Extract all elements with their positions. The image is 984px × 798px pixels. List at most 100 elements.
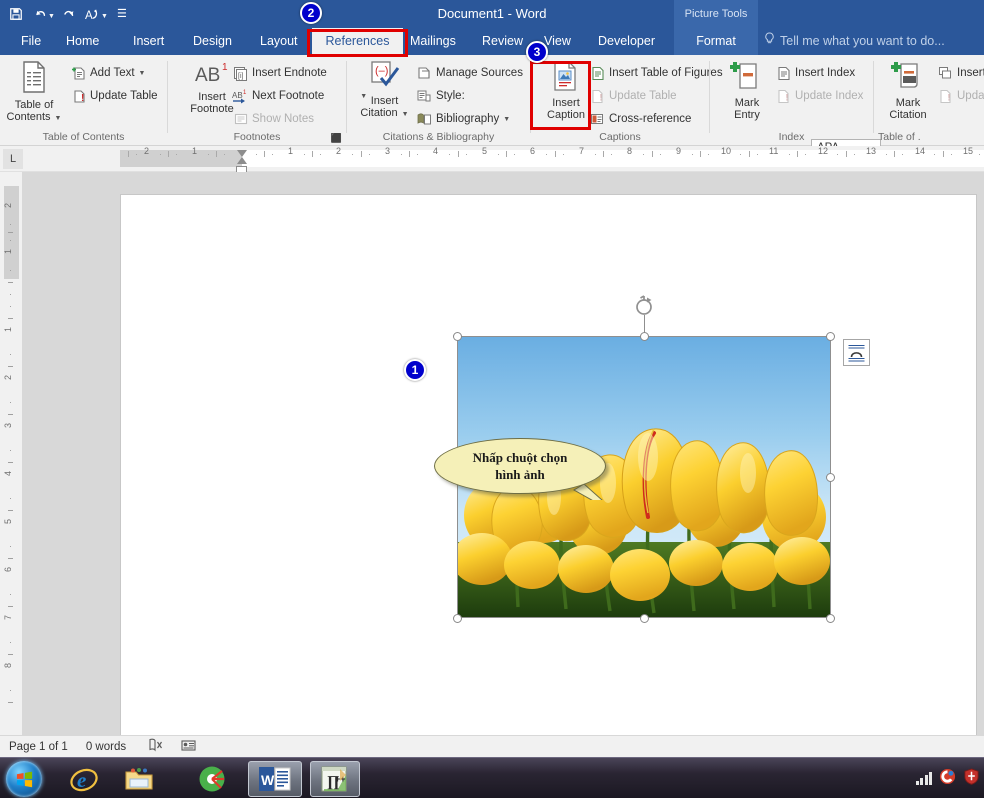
hanging-indent-marker[interactable]: [237, 157, 247, 164]
undo-dropdown-caret[interactable]: ▼: [48, 9, 55, 20]
tell-me-search[interactable]: Tell me what you want to do...: [764, 28, 945, 55]
mark-citation-label-line2: Citation: [889, 109, 927, 121]
vruler-tick-7: 7: [3, 614, 13, 620]
taskbar-notepadplusplus[interactable]: ∏++: [310, 761, 360, 797]
tab-stop-selector[interactable]: L: [3, 149, 23, 169]
bibliography-caret-icon[interactable]: ▼: [503, 116, 510, 123]
insert-table-of-figures-item[interactable]: Insert Table of Figures: [589, 64, 723, 82]
document-page[interactable]: Nhấp chuột chọn hình ảnh: [121, 195, 976, 735]
insert-citation-label-line1: Insert: [370, 95, 399, 107]
document-canvas[interactable]: Nhấp chuột chọn hình ảnh: [22, 172, 984, 735]
resize-handle-bottom-center[interactable]: [640, 614, 649, 623]
add-text-caret-icon[interactable]: ▼: [139, 70, 146, 77]
resize-handle-bottom-right[interactable]: [826, 614, 835, 623]
update-table-item[interactable]: ! Update Table: [70, 87, 158, 105]
cross-reference-item[interactable]: Cross-reference: [589, 110, 691, 128]
svg-text:AB: AB: [195, 65, 220, 86]
mark-entry-button[interactable]: Mark Entry: [718, 60, 776, 121]
ruler-tick-10: 10: [721, 146, 732, 156]
group-label-table-of-authorities: Table of .: [878, 131, 921, 143]
insert-citation-icon: (–): [353, 60, 416, 93]
ruler-tick-L2: 2: [144, 146, 150, 156]
horizontal-ruler[interactable]: L 2 1 1 2 3 4 5 6 7 8 9 10 11 12 13 14 1…: [0, 146, 984, 174]
insert-citation-caret-icon[interactable]: ▼: [402, 111, 409, 118]
manage-sources-label: Manage Sources: [436, 67, 523, 79]
svg-text:1: 1: [222, 62, 228, 73]
table-of-contents-button[interactable]: Table of Contents ▼: [3, 60, 65, 125]
accessibility-icon[interactable]: [181, 738, 196, 755]
tab-layout[interactable]: Layout: [251, 28, 307, 55]
redo-icon[interactable]: [57, 2, 81, 26]
vruler-tick-1: 1: [3, 326, 13, 332]
taskbar-word[interactable]: W: [248, 761, 302, 797]
tab-file[interactable]: File: [12, 28, 50, 55]
page-indicator[interactable]: Page 1 of 1: [9, 741, 68, 753]
resize-handle-top-right[interactable]: [826, 332, 835, 341]
lightbulb-icon: [764, 28, 775, 55]
vertical-ruler[interactable]: 2 1 1 2 3 4 5 6 7 8: [0, 172, 954, 735]
spell-check-icon[interactable]: [148, 738, 163, 755]
resize-handle-top-center[interactable]: [640, 332, 649, 341]
taskbar-internet-explorer[interactable]: e: [62, 761, 106, 797]
insert-endnote-item[interactable]: [i] Insert Endnote: [232, 64, 327, 82]
bibliography-label: Bibliography: [436, 113, 500, 125]
insert-index-item[interactable]: Insert Index: [775, 64, 855, 82]
insert-table-of-figures-icon: [589, 65, 606, 81]
start-orb-icon[interactable]: [6, 761, 42, 797]
system-tray: [915, 758, 981, 798]
network-signal-icon[interactable]: [915, 772, 932, 785]
resize-handle-top-left[interactable]: [453, 332, 462, 341]
resize-handle-middle-right[interactable]: [826, 473, 835, 482]
mark-citation-button[interactable]: Mark Citation: [879, 60, 937, 121]
svg-text:!: !: [947, 93, 950, 103]
ccleaner-tray-icon[interactable]: [939, 768, 956, 790]
tab-design[interactable]: Design: [184, 28, 241, 55]
bibliography-item[interactable]: Bibliography ▼: [416, 110, 510, 128]
tab-review[interactable]: Review: [473, 28, 532, 55]
ruler-tick-14: 14: [915, 146, 926, 156]
footnotes-dialog-launcher[interactable]: ⬛: [331, 133, 342, 144]
table-of-contents-label-line2: Contents: [6, 111, 51, 123]
first-line-indent-marker[interactable]: [237, 150, 247, 157]
customize-qat-icon[interactable]: ☰: [110, 2, 134, 26]
instruction-callout[interactable]: Nhấp chuột chọn hình ảnh: [434, 438, 619, 500]
show-notes-item: Show Notes: [232, 110, 314, 128]
tab-home[interactable]: Home: [57, 28, 108, 55]
layout-options-button[interactable]: [843, 339, 870, 366]
word-count[interactable]: 0 words: [86, 741, 126, 753]
ruler-tick-8: 8: [627, 146, 633, 156]
read-aloud-dropdown-caret[interactable]: ▼: [101, 9, 108, 20]
group-label-citations: Citations & Bibliography: [382, 131, 495, 143]
show-notes-label: Show Notes: [252, 113, 315, 125]
resize-handle-bottom-left[interactable]: [453, 614, 462, 623]
svg-text:A: A: [85, 9, 93, 21]
tab-references[interactable]: References: [312, 28, 403, 55]
taskbar-media-player[interactable]: [190, 761, 234, 797]
word-application-window: Document1 - Word Picture Tools ▼ A ▼ ☰ F…: [0, 0, 984, 798]
tab-format[interactable]: Format: [674, 28, 758, 55]
tab-mailings[interactable]: Mailings: [401, 28, 465, 55]
insert-caption-label-line2: Caption: [547, 109, 585, 121]
antivirus-tray-icon[interactable]: [963, 767, 980, 790]
insert-table-of-authorities-item[interactable]: Insert: [937, 64, 984, 82]
ruler-tick-4: 4: [433, 146, 439, 156]
tab-developer[interactable]: Developer: [589, 28, 664, 55]
next-footnote-icon: AB 1: [232, 88, 249, 104]
add-text-item[interactable]: Add Text ▼: [70, 64, 145, 82]
manage-sources-item[interactable]: Manage Sources: [416, 64, 523, 82]
tab-insert[interactable]: Insert: [124, 28, 173, 55]
mark-entry-icon: [718, 60, 776, 95]
insert-citation-button[interactable]: (–) Insert Citation ▼: [353, 60, 416, 121]
rotate-icon[interactable]: [633, 295, 655, 317]
taskbar-file-explorer[interactable]: [117, 761, 161, 797]
insert-caption-button[interactable]: Insert Caption: [536, 60, 596, 121]
save-icon[interactable]: [4, 2, 28, 26]
ribbon-group-captions: Insert Caption Insert Table of Figures !…: [531, 55, 723, 146]
vruler-tick-2p: 2: [3, 374, 13, 380]
update-table-label: Update Table: [90, 90, 158, 102]
insert-index-label: Insert Index: [795, 67, 856, 79]
picture-tools-contextual-label: Picture Tools: [674, 0, 758, 28]
table-of-contents-caret-icon[interactable]: ▼: [55, 115, 62, 122]
insert-footnote-label-line2: Footnote: [190, 103, 234, 115]
next-footnote-label: Next Footnote: [252, 90, 325, 102]
